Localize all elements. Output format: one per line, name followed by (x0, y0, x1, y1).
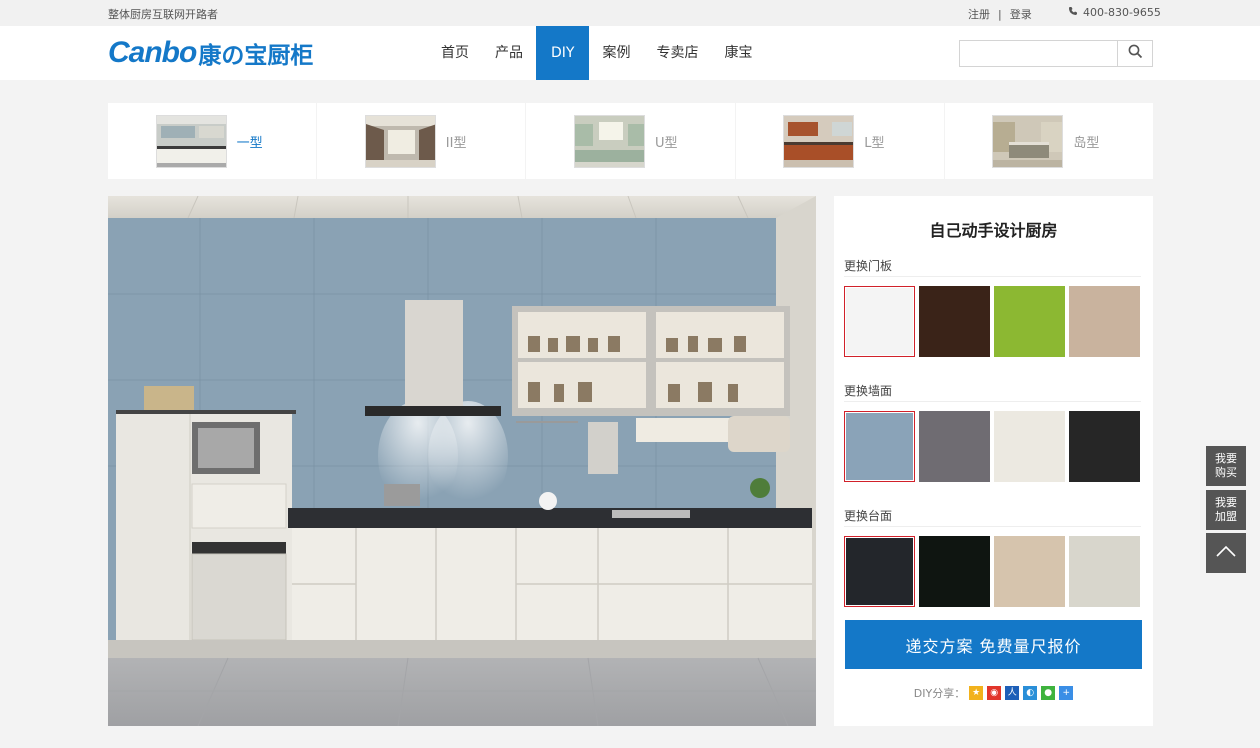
logo[interactable]: Canbo 康の宝厨柜 (108, 34, 313, 72)
layout-type-label: II型 (445, 135, 467, 151)
phone-number: 400-830-9655 (1083, 6, 1161, 19)
slogan: 整体厨房互联网开路者 (108, 8, 218, 21)
top-bar: 整体厨房互联网开路者 注册 | 登录 400-830-9655 (0, 0, 1260, 26)
divider (844, 526, 1141, 527)
divider (844, 276, 1141, 277)
header: Canbo 康の宝厨柜 首页 产品 DIY 案例 专卖店 康宝 (0, 26, 1260, 80)
layout-type-straight[interactable]: 一型 (108, 103, 317, 179)
diy-panel: 自己动手设计厨房 更换门板 更换墙面 更换台面 递交方案 免费量尺报价 DIY分… (834, 196, 1153, 726)
layout-thumbnail (364, 114, 436, 168)
counter-swatch[interactable] (919, 536, 990, 607)
register-link[interactable]: 注册 (968, 8, 990, 21)
link-divider: | (998, 8, 1002, 21)
buy-button[interactable]: 我要购买 (1206, 446, 1246, 486)
door-swatch[interactable] (994, 286, 1065, 357)
layout-type-label: 岛型 (1073, 135, 1100, 151)
layout-type-u[interactable]: U型 (526, 103, 735, 179)
layout-type-label: U型 (655, 135, 678, 151)
weibo-icon[interactable]: ◉ (987, 686, 1002, 700)
nav-stores[interactable]: 专卖店 (643, 26, 711, 80)
counter-swatch[interactable] (1069, 536, 1140, 607)
divider (844, 401, 1141, 402)
counter-section-label: 更换台面 (844, 509, 893, 523)
counter-swatch[interactable] (844, 536, 915, 607)
panel-title: 自己动手设计厨房 (929, 221, 1058, 240)
join-label: 我要加盟 (1215, 496, 1237, 523)
submit-plan-button[interactable]: 递交方案 免费量尺报价 (845, 620, 1142, 669)
search-icon (1128, 44, 1143, 63)
wechat-icon[interactable]: ● (1041, 686, 1056, 700)
wall-swatch[interactable] (1069, 411, 1140, 482)
counter-swatch[interactable] (994, 536, 1065, 607)
wall-swatches (844, 411, 1140, 482)
qzone-icon[interactable]: ★ (969, 686, 984, 700)
more-icon[interactable]: + (1059, 686, 1074, 700)
join-button[interactable]: 我要加盟 (1206, 490, 1246, 530)
wall-swatch[interactable] (844, 411, 915, 482)
wall-swatch[interactable] (994, 411, 1065, 482)
layout-thumbnail (574, 114, 645, 168)
search-box (959, 40, 1153, 67)
logo-cn: 康の宝厨柜 (198, 43, 314, 69)
nav-products[interactable]: 产品 (482, 26, 536, 80)
wall-swatch[interactable] (919, 411, 990, 482)
hotline: 400-830-9655 (1068, 6, 1161, 19)
account-links: 注册 | 登录 (968, 6, 1032, 22)
chevron-up-icon (1215, 544, 1237, 562)
layout-type-galley[interactable]: II型 (317, 103, 526, 179)
phone-icon (1068, 6, 1079, 19)
nav-canbo[interactable]: 康宝 (711, 26, 765, 80)
layout-type-label: L型 (864, 135, 885, 151)
wall-section-label: 更换墙面 (844, 384, 893, 398)
layout-thumbnail (155, 114, 227, 168)
tencent-icon[interactable]: ◐ (1023, 686, 1038, 700)
layout-thumbnail (992, 114, 1064, 168)
nav-diy[interactable]: DIY (536, 26, 590, 80)
nav-home[interactable]: 首页 (428, 26, 482, 80)
door-section-label: 更换门板 (844, 259, 893, 273)
login-link[interactable]: 登录 (1010, 8, 1032, 21)
counter-swatches (844, 536, 1140, 607)
search-button[interactable] (1117, 41, 1152, 66)
layout-thumbnail (783, 114, 855, 168)
nav-cases[interactable]: 案例 (589, 26, 643, 80)
layout-type-selector: 一型 II型 U型 L型 岛型 (108, 103, 1154, 179)
door-swatch[interactable] (844, 286, 915, 357)
kitchen-preview (108, 196, 816, 726)
share-label: DIY分享： (913, 687, 966, 700)
door-swatches (844, 286, 1140, 357)
door-swatch[interactable] (1069, 286, 1140, 357)
door-swatch[interactable] (919, 286, 990, 357)
main-nav: 首页 产品 DIY 案例 专卖店 康宝 (428, 26, 765, 80)
share-bar: DIY分享： ★ ◉ 人 ◐ ● + (834, 685, 1153, 701)
layout-type-island[interactable]: 岛型 (944, 103, 1154, 179)
renren-icon[interactable]: 人 (1005, 686, 1020, 700)
search-input[interactable] (960, 41, 1118, 66)
buy-label: 我要购买 (1215, 452, 1237, 479)
back-to-top-button[interactable] (1206, 533, 1246, 573)
layout-type-l[interactable]: L型 (735, 103, 944, 179)
layout-type-label: 一型 (236, 135, 263, 151)
logo-en: Canbo (108, 36, 197, 69)
